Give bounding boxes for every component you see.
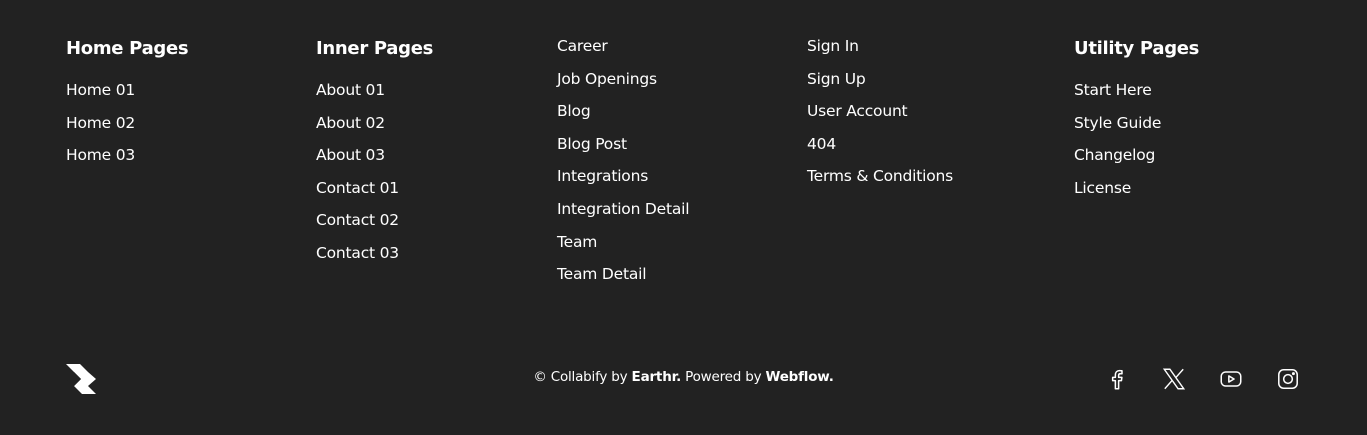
link-about-01[interactable]: About 01 xyxy=(316,81,385,99)
link-blog[interactable]: Blog xyxy=(557,102,591,120)
link-home-02[interactable]: Home 02 xyxy=(66,114,135,132)
link-contact-03[interactable]: Contact 03 xyxy=(316,244,399,262)
link-blog-post[interactable]: Blog Post xyxy=(557,135,627,153)
footer-column-utility-pages: Utility Pages Start Here Style Guide Cha… xyxy=(1074,36,1199,210)
link-contact-02[interactable]: Contact 02 xyxy=(316,211,399,229)
link-home-03[interactable]: Home 03 xyxy=(66,146,135,164)
link-list-inner-pages-2: Career Job Openings Blog Blog Post Integ… xyxy=(557,36,690,297)
link-list-home-pages: Home 01 Home 02 Home 03 xyxy=(66,80,188,178)
facebook-icon[interactable] xyxy=(1104,366,1130,392)
link-style-guide[interactable]: Style Guide xyxy=(1074,114,1161,132)
youtube-icon[interactable] xyxy=(1218,366,1244,392)
link-sign-up[interactable]: Sign Up xyxy=(807,70,866,88)
column-title-home-pages: Home Pages xyxy=(66,38,189,59)
column-title-utility-pages: Utility Pages xyxy=(1074,38,1200,59)
link-list-utility-pages: Start Here Style Guide Changelog License xyxy=(1074,80,1199,210)
link-sign-in[interactable]: Sign In xyxy=(807,37,859,55)
x-twitter-icon[interactable] xyxy=(1161,366,1187,392)
link-team-detail[interactable]: Team Detail xyxy=(557,265,647,283)
link-career[interactable]: Career xyxy=(557,37,608,55)
link-changelog[interactable]: Changelog xyxy=(1074,146,1155,164)
link-integration-detail[interactable]: Integration Detail xyxy=(557,200,690,218)
link-user-account[interactable]: User Account xyxy=(807,102,908,120)
link-integrations[interactable]: Integrations xyxy=(557,167,648,185)
link-list-inner-pages: About 01 About 02 About 03 Contact 01 Co… xyxy=(316,80,433,276)
footer-column-inner-pages-2: Career Job Openings Blog Blog Post Integ… xyxy=(557,36,690,297)
copyright-prefix: © Collabify by xyxy=(533,369,632,385)
link-about-03[interactable]: About 03 xyxy=(316,146,385,164)
link-team[interactable]: Team xyxy=(557,233,597,251)
instagram-icon[interactable] xyxy=(1275,366,1301,392)
link-license[interactable]: License xyxy=(1074,179,1131,197)
link-about-02[interactable]: About 02 xyxy=(316,114,385,132)
link-terms-conditions[interactable]: Terms & Conditions xyxy=(807,167,953,185)
column-title-inner-pages: Inner Pages xyxy=(316,38,434,59)
link-contact-01[interactable]: Contact 01 xyxy=(316,179,399,197)
powered-by-text: Powered by xyxy=(681,369,766,385)
link-job-openings[interactable]: Job Openings xyxy=(557,70,657,88)
link-list-account-pages: Sign In Sign Up User Account 404 Terms &… xyxy=(807,36,953,199)
link-home-01[interactable]: Home 01 xyxy=(66,81,135,99)
author-link[interactable]: Earthr. xyxy=(632,369,682,385)
footer-column-home-pages: Home Pages Home 01 Home 02 Home 03 xyxy=(66,36,189,178)
footer-column-inner-pages: Inner Pages About 01 About 02 About 03 C… xyxy=(316,36,433,276)
platform-link[interactable]: Webflow. xyxy=(766,369,834,385)
link-404[interactable]: 404 xyxy=(807,135,836,153)
footer-column-account-pages: Sign In Sign Up User Account 404 Terms &… xyxy=(807,36,953,199)
link-start-here[interactable]: Start Here xyxy=(1074,81,1152,99)
